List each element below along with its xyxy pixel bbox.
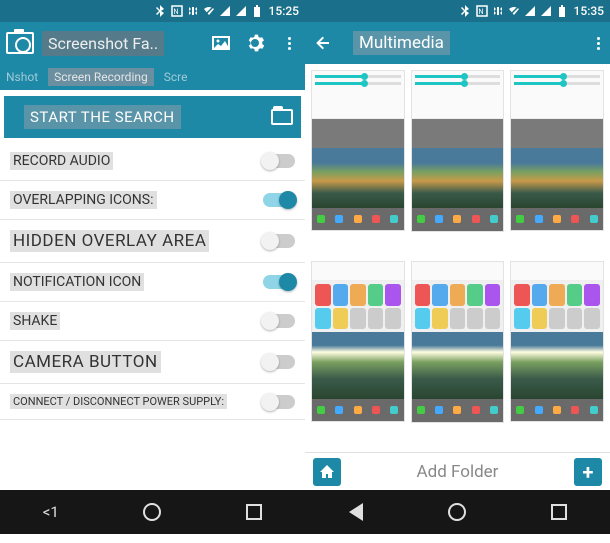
thumbnail[interactable] xyxy=(510,261,604,422)
plus-button[interactable]: + xyxy=(574,458,602,486)
tab-next[interactable]: Scre xyxy=(164,70,188,84)
signal-icon xyxy=(524,6,536,16)
thumbnail[interactable] xyxy=(510,70,604,231)
page-title: Multimedia xyxy=(353,31,450,55)
toggle-power-supply[interactable] xyxy=(263,395,295,409)
tab-prev[interactable]: Nshot xyxy=(6,70,38,84)
nav-recent-button[interactable] xyxy=(545,498,573,526)
status-bar-right: N 15:35 xyxy=(305,0,610,22)
signal-icon xyxy=(540,6,552,16)
settings-list: RECORD AUDIO OVERLAPPING ICONS: HIDDEN O… xyxy=(0,142,305,490)
app-title: Screenshot Fa.. xyxy=(42,31,164,56)
vibrate-icon xyxy=(492,5,504,17)
toggle-hidden-overlay[interactable] xyxy=(263,234,295,248)
toggle-shake[interactable] xyxy=(263,314,295,328)
row-notification-icon[interactable]: NOTIFICATION ICON xyxy=(0,263,305,302)
row-power-supply[interactable]: CONNECT / DISCONNECT POWER SUPPLY: xyxy=(0,384,305,420)
right-multimedia-pane: N 15:35 Multimedia xyxy=(305,0,610,490)
more-icon[interactable] xyxy=(279,33,299,53)
toggle-camera-button[interactable] xyxy=(263,355,295,369)
wifi-off-icon xyxy=(508,5,520,17)
toggle-notification-icon[interactable] xyxy=(263,275,295,289)
nfc-icon: N xyxy=(171,5,183,17)
left-screenshot-pane: N 15:25 Screenshot Fa.. Nshot Screen Rec… xyxy=(0,0,305,490)
vibrate-icon xyxy=(187,5,199,17)
svg-text:N: N xyxy=(478,8,483,16)
bottom-action-bar: Add Folder + xyxy=(305,452,610,490)
nav-home-button[interactable] xyxy=(443,498,471,526)
more-icon[interactable] xyxy=(597,37,600,50)
nav-home-button[interactable] xyxy=(138,498,166,526)
app-bar-right: Multimedia xyxy=(305,22,610,64)
row-overlapping-icons[interactable]: OVERLAPPING ICONS: xyxy=(0,181,305,220)
app-bar-left: Screenshot Fa.. xyxy=(0,22,305,64)
tab-screen-recording[interactable]: Screen Recording xyxy=(48,68,154,86)
search-bar[interactable]: START THE SEARCH xyxy=(4,96,301,138)
battery-icon xyxy=(556,5,568,17)
gallery-grid xyxy=(305,64,610,452)
signal-icon xyxy=(219,6,231,16)
toggle-overlapping-icons[interactable] xyxy=(263,193,295,207)
thumbnail[interactable] xyxy=(311,70,405,231)
camera-icon xyxy=(6,32,34,54)
status-bar-left: N 15:25 xyxy=(0,0,305,22)
status-time: 15:25 xyxy=(269,4,299,18)
nfc-icon: N xyxy=(476,5,488,17)
nav-back-button[interactable]: <1 xyxy=(37,498,65,526)
folder-icon[interactable] xyxy=(271,109,293,125)
image-icon[interactable] xyxy=(211,33,231,53)
row-record-audio[interactable]: RECORD AUDIO xyxy=(0,142,305,181)
gear-icon[interactable] xyxy=(245,33,265,53)
home-button[interactable] xyxy=(313,458,341,486)
signal-icon xyxy=(235,6,247,16)
thumbnail[interactable] xyxy=(411,70,505,232)
status-time: 15:35 xyxy=(574,4,604,18)
nav-recent-button[interactable] xyxy=(240,498,268,526)
add-folder-button[interactable]: Add Folder xyxy=(341,462,574,482)
row-hidden-overlay[interactable]: HIDDEN OVERLAY AREA xyxy=(0,220,305,263)
thumbnail[interactable] xyxy=(411,261,505,423)
nav-back-button[interactable] xyxy=(342,498,370,526)
row-shake[interactable]: SHAKE xyxy=(0,302,305,341)
svg-text:N: N xyxy=(173,8,178,16)
tabs-row: Nshot Screen Recording Scre xyxy=(0,64,305,90)
wifi-off-icon xyxy=(203,5,215,17)
bluetooth-icon xyxy=(155,5,167,17)
row-camera-button[interactable]: CAMERA BUTTON xyxy=(0,341,305,384)
back-arrow-icon[interactable] xyxy=(315,34,333,52)
system-nav-bar: <1 xyxy=(0,490,610,534)
thumbnail[interactable] xyxy=(311,261,405,422)
battery-icon xyxy=(251,5,263,17)
toggle-record-audio[interactable] xyxy=(263,154,295,168)
search-label: START THE SEARCH xyxy=(24,105,181,129)
bluetooth-icon xyxy=(460,5,472,17)
